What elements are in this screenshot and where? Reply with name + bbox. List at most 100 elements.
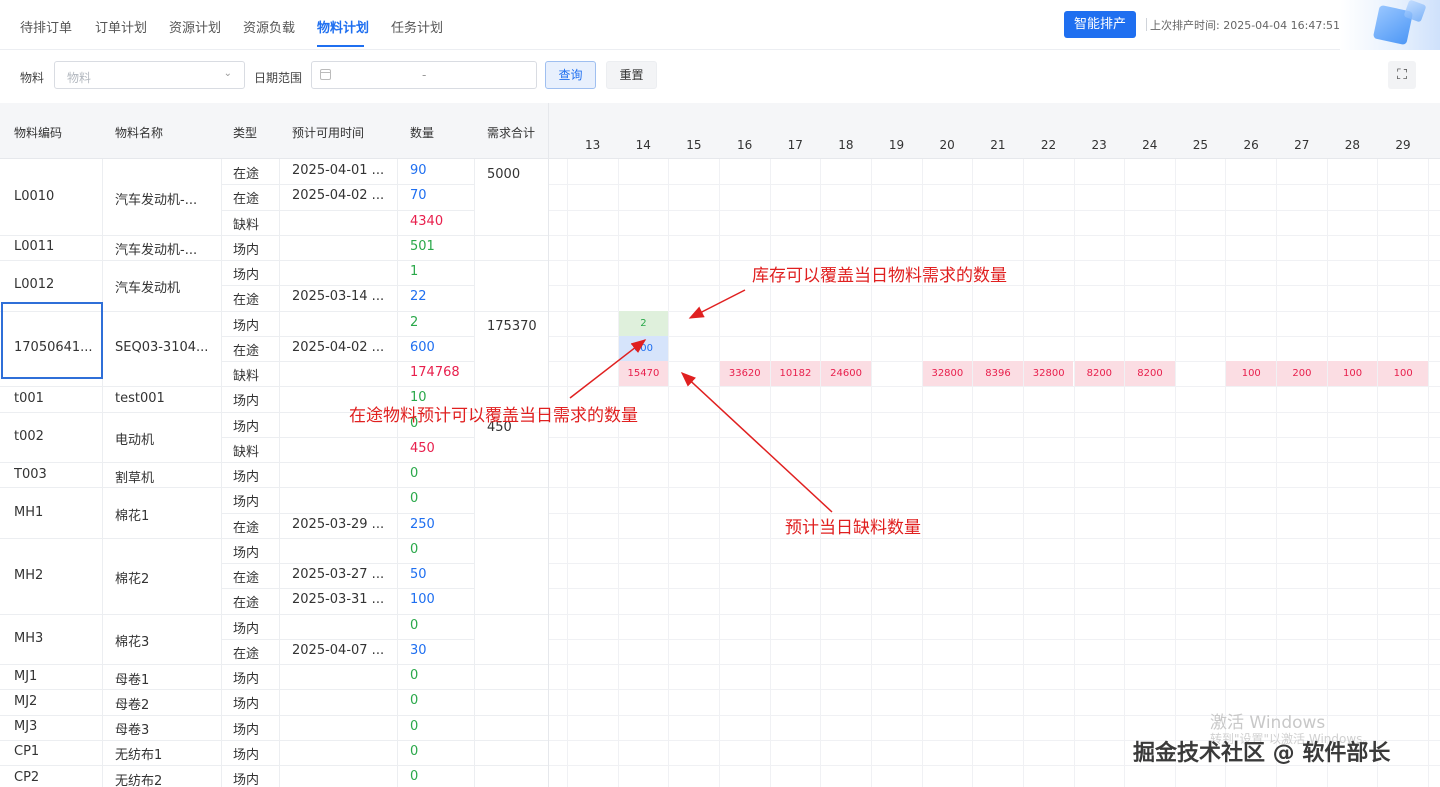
group-divider [0, 739, 548, 741]
grid-column-line [1326, 159, 1328, 787]
timeline-cell-red[interactable]: 200 [1277, 361, 1327, 386]
day-header: 12 [549, 138, 567, 152]
timeline-cell-red[interactable]: 100 [1226, 361, 1277, 386]
query-button[interactable]: 查询 [545, 61, 596, 89]
day-header: 15 [686, 138, 702, 152]
smart-schedule-button[interactable]: 智能排产 [1064, 11, 1136, 38]
quantity: 0 [410, 466, 419, 481]
grid-row-line [549, 512, 1440, 514]
available-time: 2025-04-02 ... [292, 339, 385, 355]
day-header: 19 [888, 138, 905, 152]
group-divider [0, 260, 548, 261]
row-divider [221, 361, 474, 362]
date-range-picker[interactable]: - [311, 61, 537, 89]
quantity: 0 [410, 668, 419, 683]
tab-pending-orders[interactable]: 待排订单 [20, 17, 72, 36]
tab-resource-load[interactable]: 资源负载 [243, 17, 295, 36]
row-type: 场内 [233, 242, 260, 258]
grid-row-line [549, 209, 1440, 211]
row-type: 场内 [233, 697, 260, 713]
reset-button[interactable]: 重置 [606, 61, 657, 89]
group-divider [0, 714, 548, 716]
material-code: L0012 [14, 277, 55, 293]
quantity: 250 [410, 516, 435, 532]
material-code: L0010 [14, 188, 55, 204]
grid-row-line [549, 436, 1440, 438]
timeline-cell-blue[interactable]: 600 [618, 335, 669, 361]
day-header: 22 [1040, 138, 1057, 152]
row-type: 在途 [233, 293, 260, 309]
day-header: 18 [838, 138, 854, 152]
tab-material-plan[interactable]: 物料计划 [317, 17, 369, 36]
grid-row-line [549, 588, 1440, 590]
material-code: CP2 [14, 769, 40, 785]
timeline-grid: 12 13 14 15 16 17 18 19 20 21 22 23 24 25 26 27 28 29 260… [549, 103, 1440, 787]
row-divider [221, 184, 474, 186]
day-header: 16 [736, 138, 753, 152]
timeline-cell-red[interactable]: 100 [1378, 361, 1429, 386]
annotation-stock-cover: 库存可以覆盖当日物料需求的数量 [752, 266, 1007, 286]
grid-row-line [549, 563, 1440, 564]
timeline-cell-red[interactable]: 10182 [770, 361, 821, 386]
timeline-cell-red[interactable]: 24600 [821, 361, 871, 386]
row-type: 在途 [233, 192, 260, 208]
material-code: MH1 [14, 504, 44, 520]
timeline-cell-red[interactable]: 32800 [1023, 361, 1074, 386]
material-name: 母卷2 [115, 697, 150, 713]
timeline-cell-red[interactable]: 8200 [1125, 361, 1175, 386]
grid-column-line [870, 159, 872, 787]
timeline-cell-red[interactable]: 8396 [973, 361, 1023, 386]
column-divider [279, 159, 280, 787]
fullscreen-icon[interactable]: ⛶ [1388, 61, 1416, 89]
row-type: 在途 [233, 646, 260, 662]
row-type: 场内 [233, 672, 260, 687]
grid-row-line [549, 664, 1440, 665]
day-header: 24 [1142, 138, 1158, 152]
material-name: 割草机 [115, 470, 155, 486]
timeline-cell-red[interactable]: 15470 [618, 361, 669, 386]
group-divider [0, 765, 548, 766]
last-schedule-time-text: 上次排产时间: 2025-04-04 16:47:51 [1150, 19, 1341, 32]
material-code: MH2 [14, 567, 44, 583]
row-type: 场内 [233, 773, 260, 787]
column-divider [474, 159, 475, 787]
grid-column-line [668, 159, 670, 787]
group-divider [0, 386, 548, 388]
chevron-down-icon: ⌄ [223, 68, 232, 79]
timeline-cell-green[interactable]: 2 [618, 310, 669, 336]
quantity: 90 [410, 163, 427, 178]
quantity: 70 [410, 188, 427, 204]
row-type: 在途 [233, 520, 260, 536]
quantity: 50 [410, 567, 427, 582]
day-header: 14 [635, 138, 651, 152]
row-divider [221, 638, 474, 640]
group-divider [0, 487, 548, 489]
quantity: 100 [410, 592, 435, 608]
demand-total: 175370 [487, 318, 537, 334]
timeline-cell-red[interactable]: 100 [1327, 361, 1378, 386]
material-name: 汽车发动机-... [115, 243, 198, 259]
row-type: 缺料 [233, 217, 260, 233]
grid-column-line [617, 159, 619, 787]
row-type: 缺料 [233, 444, 260, 460]
material-name: 棉花2 [115, 571, 150, 587]
quantity: 30 [410, 642, 427, 658]
timeline-cell-red[interactable]: 32800 [922, 361, 973, 386]
row-type: 在途 [233, 343, 260, 359]
material-select[interactable]: 物料 ⌄ [54, 61, 245, 89]
row-divider [221, 335, 474, 337]
grid-row-line [549, 184, 1440, 186]
tab-order-plan[interactable]: 订单计划 [95, 17, 147, 36]
day-header: 25 [1192, 138, 1209, 152]
timeline-cell-red[interactable]: 33620 [719, 361, 770, 386]
available-time: 2025-03-27 ... [292, 567, 385, 582]
tab-task-plan[interactable]: 任务计划 [391, 17, 443, 36]
grid-column-line [1073, 159, 1075, 787]
row-type: 在途 [233, 596, 260, 612]
col-material-name: 物料名称 [115, 126, 164, 140]
material-code: t001 [14, 390, 44, 406]
quantity: 600 [410, 339, 435, 355]
timeline-cell-red[interactable]: 8200 [1074, 361, 1125, 386]
material-code: MH3 [14, 630, 44, 646]
tab-resource-plan[interactable]: 资源计划 [169, 17, 221, 36]
